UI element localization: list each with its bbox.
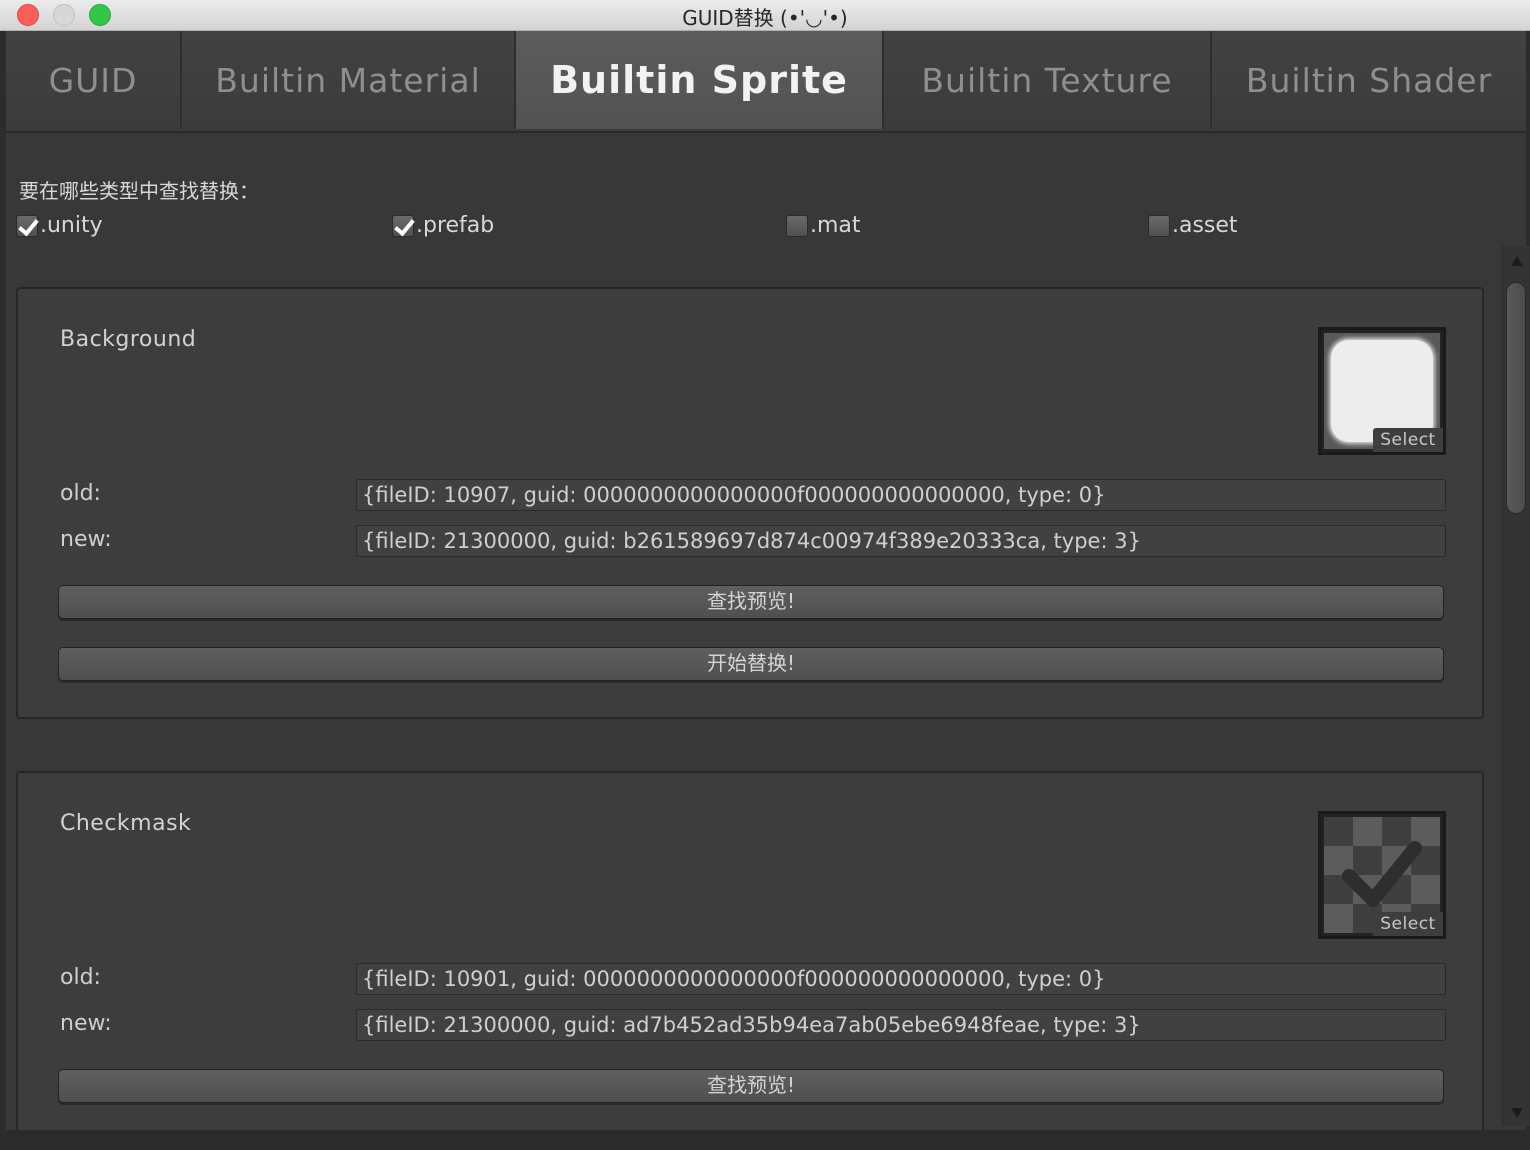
checkbox-label: .asset [1172,213,1238,238]
checkbox-label: .prefab [416,213,495,238]
checkbox-prefab[interactable]: .prefab [392,213,494,238]
tab-builtin-sprite[interactable]: Builtin Sprite [516,31,884,129]
checkbox-label: .unity [40,213,103,238]
preview-button[interactable]: 查找预览! [58,585,1444,619]
replace-button[interactable]: 开始替换! [58,647,1444,681]
checkbox-label: .mat [810,213,861,238]
checkbox-asset[interactable]: .asset [1148,213,1238,238]
tab-builtin-texture[interactable]: Builtin Texture [884,31,1212,129]
rounded-white-square-icon [1331,340,1433,442]
sprite-panel-background: Background Select old: {fileID: 10907, g… [16,287,1484,719]
file-type-prompt: 要在哪些类型中查找替换： [19,179,259,203]
tab-guid[interactable]: GUID [6,31,182,129]
checkbox-unity[interactable]: .unity [16,213,103,238]
checkbox-checked-icon[interactable] [392,214,414,237]
tab-builtin-material[interactable]: Builtin Material [182,31,516,129]
tab-bar: GUID Builtin Material Builtin Sprite Bui… [6,31,1526,133]
checkbox-mat[interactable]: .mat [786,213,861,238]
sprite-thumbnail[interactable]: Select [1318,811,1446,939]
panel-title: Background [60,327,197,352]
window-title: GUID替换 (•'◡'•) [682,6,848,30]
scroll-up-arrow-icon[interactable] [1511,256,1523,266]
new-guid-field[interactable]: {fileID: 21300000, guid: b261589697d874c… [356,525,1446,557]
panel-title: Checkmask [60,811,192,836]
old-label: old: [60,481,101,506]
new-label: new: [60,527,112,552]
sprite-thumbnail[interactable]: Select [1318,327,1446,455]
scroll-down-arrow-icon[interactable] [1511,1108,1523,1118]
sprite-panel-checkmask: Checkmask Select old: {fileID: 10901, gu… [16,771,1484,1150]
checkbox-unchecked-icon[interactable] [1148,214,1170,237]
window-bottom-edge [6,1130,1526,1150]
old-label: old: [60,965,101,990]
vertical-scrollbar[interactable] [1502,246,1530,1126]
tab-builtin-shader[interactable]: Builtin Shader [1212,31,1526,129]
thumbnail-select-button[interactable]: Select [1373,428,1443,452]
checkbox-unchecked-icon[interactable] [786,214,808,237]
old-guid-field[interactable]: {fileID: 10901, guid: 0000000000000000f0… [356,963,1446,995]
editor-window: GUID替换 (•'◡'•) GUID Builtin Material Bui… [0,0,1530,1150]
scroll-thumb[interactable] [1506,282,1526,514]
old-guid-field[interactable]: {fileID: 10907, guid: 0000000000000000f0… [356,479,1446,511]
title-bar: GUID替换 (•'◡'•) [0,0,1530,31]
new-guid-field[interactable]: {fileID: 21300000, guid: ad7b452ad35b94e… [356,1009,1446,1041]
checkbox-checked-icon[interactable] [16,214,38,237]
content-area: 要在哪些类型中查找替换： .unity .prefab .mat .asset … [6,133,1530,1150]
new-label: new: [60,1011,112,1036]
thumbnail-select-button[interactable]: Select [1373,912,1443,936]
preview-button[interactable]: 查找预览! [58,1069,1444,1103]
